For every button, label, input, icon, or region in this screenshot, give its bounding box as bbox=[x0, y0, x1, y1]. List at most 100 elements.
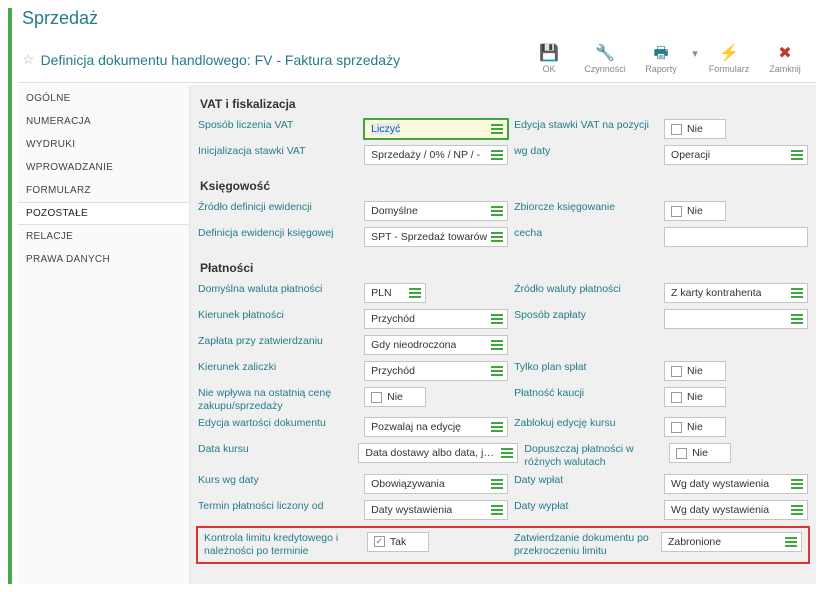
src-def-label: Źródło definicji ewidencji bbox=[198, 201, 358, 214]
reports-caret[interactable]: ▾ bbox=[690, 41, 700, 60]
only-plan-check[interactable]: Nie bbox=[664, 361, 726, 381]
credit-chk-label: Kontrola limitu kredytowego i należności… bbox=[204, 532, 361, 558]
close-button[interactable]: ✖ Zamknij bbox=[758, 41, 812, 78]
close-icon: ✖ bbox=[778, 46, 791, 62]
menu-icon bbox=[491, 422, 503, 432]
sidebar: OGÓLNE NUMERACJA WYDRUKI WPROWADZANIE FO… bbox=[18, 85, 190, 584]
multi-curr-label: Dopuszczaj płatności w różnych walutach bbox=[524, 443, 663, 469]
doc-title: Definicja dokumentu handlowego: FV - Fak… bbox=[41, 52, 516, 68]
page-title: Sprzedaż bbox=[18, 8, 816, 37]
term-from-label: Termin płatności liczony od bbox=[198, 500, 358, 513]
menu-icon bbox=[491, 505, 503, 515]
favorite-star-icon[interactable]: ☆ bbox=[22, 51, 35, 68]
menu-icon bbox=[491, 124, 503, 134]
menu-icon bbox=[791, 314, 803, 324]
by-date-label: wg daty bbox=[514, 145, 658, 158]
rate-date-label: Data kursu bbox=[198, 443, 352, 456]
wrench-icon: 🔧 bbox=[595, 46, 615, 62]
sidebar-item-wprowadzanie[interactable]: WPROWADZANIE bbox=[18, 156, 189, 179]
direction-label: Kierunek płatności bbox=[198, 309, 358, 322]
block-rate-label: Zablokuj edycję kursu bbox=[514, 417, 658, 430]
acct-def-label: Definicja ewidencji księgowej bbox=[198, 227, 358, 240]
bulk-book-label: Zbiorcze księgowanie bbox=[514, 201, 658, 214]
section-accounting-title: Księgowość bbox=[194, 169, 812, 199]
menu-icon bbox=[791, 288, 803, 298]
header-bar: ☆ Definicja dokumentu handlowego: FV - F… bbox=[18, 37, 816, 83]
in-dates-combo[interactable]: Wg daty wystawienia bbox=[664, 474, 808, 494]
out-dates-combo[interactable]: Wg daty wystawienia bbox=[664, 500, 808, 520]
advance-dir-combo[interactable]: Przychód bbox=[364, 361, 508, 381]
menu-icon bbox=[791, 150, 803, 160]
toolbar: 💾 OK 🔧 Czynności 🖶 Raporty ▾ ⚡ Formularz… bbox=[522, 41, 812, 78]
vat-init-label: Inicjalizacja stawki VAT bbox=[198, 145, 358, 158]
by-date-combo[interactable]: Operacji bbox=[664, 145, 808, 165]
menu-icon bbox=[491, 314, 503, 324]
sidebar-item-numeracja[interactable]: NUMERACJA bbox=[18, 110, 189, 133]
currency-src-combo[interactable]: Z karty kontrahenta bbox=[664, 283, 808, 303]
vat-method-label: Sposób liczenia VAT bbox=[198, 119, 358, 132]
printer-icon: 🖶 bbox=[653, 46, 668, 62]
menu-icon bbox=[785, 537, 797, 547]
menu-icon bbox=[409, 288, 421, 298]
pay-method-combo[interactable] bbox=[664, 309, 808, 329]
no-effect-check[interactable]: Nie bbox=[364, 387, 426, 407]
acct-def-combo[interactable]: SPT - Sprzedaż towarów bbox=[364, 227, 508, 247]
in-dates-label: Daty wpłat bbox=[514, 474, 658, 487]
menu-icon bbox=[491, 366, 503, 376]
actions-button[interactable]: 🔧 Czynności bbox=[578, 41, 632, 78]
vat-method-combo[interactable]: Liczyć bbox=[364, 119, 508, 139]
lightning-icon: ⚡ bbox=[719, 46, 739, 62]
direction-combo[interactable]: Przychód bbox=[364, 309, 508, 329]
src-def-combo[interactable]: Domyślne bbox=[364, 201, 508, 221]
menu-icon bbox=[501, 448, 513, 458]
rate-by-date-combo[interactable]: Obowiązywania bbox=[364, 474, 508, 494]
currency-src-label: Źródło waluty płatności bbox=[514, 283, 658, 296]
pay-on-approve-label: Zapłata przy zatwierdzaniu bbox=[198, 335, 358, 348]
deposit-check[interactable]: Nie bbox=[664, 387, 726, 407]
content-panel: VAT i fiskalizacja Sposób liczenia VAT L… bbox=[190, 85, 816, 584]
menu-icon bbox=[791, 479, 803, 489]
term-from-combo[interactable]: Daty wystawienia bbox=[364, 500, 508, 520]
pay-on-approve-combo[interactable]: Gdy nieodroczona bbox=[364, 335, 508, 355]
bulk-book-check[interactable]: Nie bbox=[664, 201, 726, 221]
rate-by-date-label: Kurs wg daty bbox=[198, 474, 358, 487]
menu-icon bbox=[491, 340, 503, 350]
approve-over-label: Zatwierdzanie dokumentu po przekroczeniu… bbox=[514, 532, 655, 558]
sidebar-item-wydruki[interactable]: WYDRUKI bbox=[18, 133, 189, 156]
ok-button[interactable]: 💾 OK bbox=[522, 41, 576, 78]
rate-date-combo[interactable]: Data dostawy albo data, jeśli bbox=[358, 443, 518, 463]
currency-combo[interactable]: PLN bbox=[364, 283, 426, 303]
form-button[interactable]: ⚡ Formularz bbox=[702, 41, 756, 78]
menu-icon bbox=[491, 232, 503, 242]
vat-init-combo[interactable]: Sprzedaży / 0% / NP / - bbox=[364, 145, 508, 165]
sidebar-item-ogolne[interactable]: OGÓLNE bbox=[18, 87, 189, 110]
section-payments-title: Płatności bbox=[194, 251, 812, 281]
pay-method-label: Sposób zapłaty bbox=[514, 309, 658, 322]
menu-icon bbox=[491, 479, 503, 489]
highlighted-region: Kontrola limitu kredytowego i należności… bbox=[196, 526, 810, 564]
edit-value-combo[interactable]: Pozwalaj na edycję bbox=[364, 417, 508, 437]
credit-chk-check[interactable]: Tak bbox=[367, 532, 429, 552]
edit-value-label: Edycja wartości dokumentu bbox=[198, 417, 358, 430]
feature-label: cecha bbox=[514, 227, 658, 240]
advance-dir-label: Kierunek zaliczki bbox=[198, 361, 358, 374]
section-vat-title: VAT i fiskalizacja bbox=[194, 87, 812, 117]
menu-icon bbox=[491, 206, 503, 216]
currency-label: Domyślna waluta płatności bbox=[198, 283, 358, 296]
menu-icon bbox=[791, 505, 803, 515]
deposit-label: Płatność kaucji bbox=[514, 387, 658, 400]
no-effect-label: Nie wpływa na ostatnią cenę zakupu/sprze… bbox=[198, 387, 358, 413]
feature-input[interactable] bbox=[664, 227, 808, 247]
sidebar-item-pozostale[interactable]: POZOSTAŁE bbox=[18, 202, 189, 225]
menu-icon bbox=[491, 150, 503, 160]
multi-curr-check[interactable]: Nie bbox=[669, 443, 731, 463]
approve-over-combo[interactable]: Zabronione bbox=[661, 532, 802, 552]
edit-vat-pos-check[interactable]: Nie bbox=[664, 119, 726, 139]
sidebar-item-prawa-danych[interactable]: PRAWA DANYCH bbox=[18, 248, 189, 271]
out-dates-label: Daty wypłat bbox=[514, 500, 658, 513]
reports-button[interactable]: 🖶 Raporty bbox=[634, 41, 688, 78]
block-rate-check[interactable]: Nie bbox=[664, 417, 726, 437]
only-plan-label: Tylko plan spłat bbox=[514, 361, 658, 374]
sidebar-item-formularz[interactable]: FORMULARZ bbox=[18, 179, 189, 202]
sidebar-item-relacje[interactable]: RELACJE bbox=[18, 225, 189, 248]
